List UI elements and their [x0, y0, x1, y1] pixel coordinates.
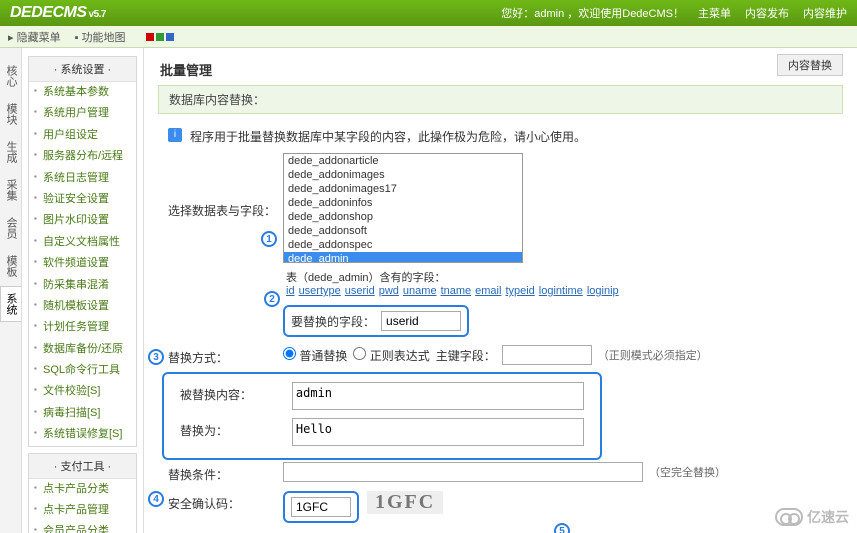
field-link[interactable]: tname — [441, 285, 472, 297]
watermark-icon — [775, 508, 803, 526]
left-tab-6[interactable]: 系统 — [0, 286, 21, 322]
sidebar-section-title: · 支付工具 · — [29, 454, 136, 479]
label-replace-field: 要替换的字段： — [291, 313, 375, 330]
table-option[interactable]: dede_addonimages17 — [284, 182, 522, 196]
sidebar-item[interactable]: 图片水印设置 — [29, 210, 136, 231]
captcha-input[interactable] — [291, 497, 351, 517]
info-icon: i — [168, 128, 182, 142]
sidebar-item[interactable]: 验证安全设置 — [29, 189, 136, 210]
label-captcha: 安全确认码： — [168, 491, 283, 512]
captcha-image[interactable]: 1GFC — [367, 491, 443, 514]
condition-input[interactable] — [283, 462, 643, 482]
top-header: DEDECMSv5.7 您好：admin ，欢迎使用DedeCMS！ 主菜单 内… — [0, 0, 857, 26]
step-2: 2 — [264, 291, 280, 307]
table-option[interactable]: dede_addonsoft — [284, 224, 522, 238]
field-link[interactable]: loginip — [587, 285, 619, 297]
sidebar-item[interactable]: 数据库备份/还原 — [29, 339, 136, 360]
table-option[interactable]: dede_addoninfos — [284, 196, 522, 210]
field-link[interactable]: typeid — [505, 285, 534, 297]
field-link[interactable]: usertype — [299, 285, 341, 297]
sidebar-item[interactable]: 系统错误修复[S] — [29, 424, 136, 445]
label-main-key: 主键字段： — [436, 347, 496, 364]
logo: DEDECMSv5.7 — [10, 4, 106, 22]
nav-main[interactable]: 主菜单 — [698, 5, 731, 21]
label-select-table: 选择数据表与字段： — [168, 198, 283, 219]
field-link[interactable]: logintime — [539, 285, 583, 297]
sidebar-item[interactable]: 随机模板设置 — [29, 296, 136, 317]
sidebar-item[interactable]: SQL命令行工具 — [29, 360, 136, 381]
field-link[interactable]: uname — [403, 285, 437, 297]
left-tab-0[interactable]: 核心 — [0, 58, 22, 94]
sidebar-item[interactable]: 软件频道设置 — [29, 253, 136, 274]
step-3: 3 — [148, 349, 164, 365]
label-replace-to: 替换为： — [180, 418, 292, 439]
theme-dots[interactable] — [146, 33, 174, 41]
sidebar-item[interactable]: 文件校验[S] — [29, 381, 136, 402]
nav-maintain[interactable]: 内容维护 — [803, 5, 847, 21]
sidebar-item[interactable]: 防采集串混淆 — [29, 275, 136, 296]
replaced-content-input[interactable] — [292, 382, 584, 410]
left-tab-1[interactable]: 模块 — [0, 96, 22, 132]
sidebar-item[interactable]: 计划任务管理 — [29, 317, 136, 338]
function-map[interactable]: 功能地图 — [82, 32, 126, 44]
table-listbox[interactable]: dede_addonarticledede_addonimagesdede_ad… — [283, 153, 523, 263]
page-title: 批量管理 — [158, 56, 843, 85]
left-tab-5[interactable]: 模板 — [0, 248, 22, 284]
sidebar: · 系统设置 ·系统基本参数系统用户管理用户组设定服务器分布/远程系统日志管理验… — [22, 48, 144, 533]
content-replace-tag[interactable]: 内容替换 — [777, 54, 843, 76]
watermark: 亿速云 — [775, 507, 849, 527]
table-option[interactable]: dede_addonspec — [284, 238, 522, 252]
label-replaced-content: 被替换内容： — [180, 382, 292, 403]
step-4: 4 — [148, 491, 164, 507]
radio-normal[interactable]: 普通替换 — [283, 347, 347, 364]
sidebar-item[interactable]: 点卡产品分类 — [29, 479, 136, 500]
left-tabs: 核心模块生成采集会员模板系统 — [0, 48, 22, 533]
left-tab-3[interactable]: 采集 — [0, 172, 22, 208]
field-link[interactable]: email — [475, 285, 501, 297]
left-tab-4[interactable]: 会员 — [0, 210, 22, 246]
sidebar-section-title: · 系统设置 · — [29, 57, 136, 82]
sidebar-item[interactable]: 系统基本参数 — [29, 82, 136, 103]
replace-field-input[interactable] — [381, 311, 461, 331]
warning-text: 程序用于批量替换数据库中某字段的内容，此操作极为危险，请小心使用。 — [190, 128, 586, 145]
sidebar-item[interactable]: 点卡产品管理 — [29, 500, 136, 521]
condition-hint: （空完全替换） — [649, 464, 726, 480]
welcome-text: 您好：admin ，欢迎使用DedeCMS！ — [501, 5, 684, 21]
radio-regex[interactable]: 正则表达式 — [353, 347, 429, 364]
left-tab-2[interactable]: 生成 — [0, 134, 22, 170]
table-option[interactable]: dede_addonimages — [284, 168, 522, 182]
replace-to-input[interactable] — [292, 418, 584, 446]
table-option[interactable]: dede_addonshop — [284, 210, 522, 224]
sub-toolbar: ▸ 隐藏菜单 ▪ 功能地图 — [0, 26, 857, 48]
main-key-input[interactable] — [502, 345, 592, 365]
section-header: 数据库内容替换： — [158, 85, 843, 114]
sidebar-item[interactable]: 自定义文档属性 — [29, 232, 136, 253]
field-link[interactable]: id — [286, 285, 295, 297]
field-link[interactable]: userid — [345, 285, 375, 297]
step-1: 1 — [261, 231, 277, 247]
label-mode: 替换方式： — [168, 345, 283, 366]
table-option[interactable]: dede_addonarticle — [284, 154, 522, 168]
step-5: 5 — [554, 523, 570, 533]
sidebar-item[interactable]: 系统用户管理 — [29, 103, 136, 124]
sidebar-item[interactable]: 用户组设定 — [29, 125, 136, 146]
table-option[interactable]: dede_admin — [284, 252, 522, 263]
fields-row: 表（dede_admin）含有的字段： idusertypeuseridpwdu… — [286, 269, 843, 297]
sidebar-item[interactable]: 服务器分布/远程 — [29, 146, 136, 167]
nav-publish[interactable]: 内容发布 — [745, 5, 789, 21]
hide-menu[interactable]: 隐藏菜单 — [17, 32, 61, 44]
sidebar-item[interactable]: 系统日志管理 — [29, 168, 136, 189]
regex-hint: （正则模式必须指定） — [598, 347, 708, 363]
sidebar-item[interactable]: 病毒扫描[S] — [29, 403, 136, 424]
field-link[interactable]: pwd — [379, 285, 399, 297]
sidebar-item[interactable]: 会员产品分类 — [29, 521, 136, 533]
label-condition: 替换条件： — [168, 462, 283, 483]
main-panel: 内容替换 批量管理 数据库内容替换： i 程序用于批量替换数据库中某字段的内容，… — [144, 48, 857, 533]
header-right: 您好：admin ，欢迎使用DedeCMS！ 主菜单 内容发布 内容维护 — [501, 5, 847, 21]
